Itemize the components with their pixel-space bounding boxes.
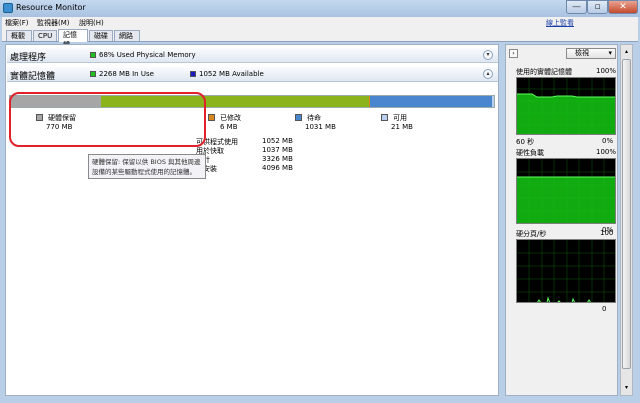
tab-overview[interactable]: 概觀: [6, 30, 32, 41]
title-bar: Resource Monitor — ▫ ✕: [0, 0, 640, 17]
memory-usage-graph-svg: [517, 78, 615, 134]
summary-total-value: 3326 MB: [262, 155, 293, 163]
processes-section-header[interactable]: 處理程序 68% Used Physical Memory ▾: [7, 48, 498, 63]
tooltip-line-2: 設備的某些驅動程式使用的記憶體。: [92, 168, 196, 176]
memory-usage-graph: [516, 77, 616, 135]
memory-used-badge: 68% Used Physical Memory: [99, 51, 196, 59]
standby-label: 待命: [307, 114, 321, 122]
in-use-summary: 2268 MB In Use: [99, 70, 154, 78]
memory-bar-standby: [369, 96, 492, 107]
expand-panel-icon[interactable]: ›: [509, 49, 518, 58]
menu-monitor[interactable]: 監視器(M): [37, 17, 70, 29]
physical-memory-section-header[interactable]: 實體記憶體 2268 MB In Use 1052 MB Available ▴: [7, 67, 498, 82]
available-summary: 1052 MB Available: [199, 70, 264, 78]
physical-memory-section-title: 實體記憶體: [10, 72, 56, 82]
modified-value: 6 MB: [220, 123, 238, 131]
tooltip-line-1: 硬體保留: 保留以供 BIOS 與其他周邊: [92, 158, 201, 166]
views-label: 檢視: [575, 49, 589, 57]
graph-panel-scrollbar[interactable]: ▴ ▾: [620, 44, 633, 396]
tab-memory[interactable]: 記憶體: [58, 29, 88, 49]
free-label: 可用: [393, 114, 407, 122]
commit-charge-graph: [516, 158, 616, 224]
close-button[interactable]: ✕: [608, 0, 638, 14]
standby-value: 1031 MB: [305, 123, 336, 131]
chevron-up-icon[interactable]: ▴: [483, 69, 493, 79]
maximize-button[interactable]: ▫: [587, 0, 608, 14]
available-indicator-icon: [190, 71, 196, 77]
graph1-max: 100%: [596, 67, 617, 75]
standby-swatch: [295, 114, 302, 121]
summary-available-value: 1052 MB: [262, 137, 293, 145]
summary-installed-value: 4096 MB: [262, 164, 293, 172]
dropdown-arrow-icon: ▾: [608, 49, 612, 57]
resource-monitor-icon: [3, 3, 13, 13]
free-swatch: [381, 114, 388, 121]
minimize-button[interactable]: —: [566, 0, 587, 14]
modified-label: 已修改: [220, 114, 241, 122]
tab-disk[interactable]: 磁碟: [89, 30, 113, 41]
scroll-up-icon[interactable]: ▴: [622, 47, 631, 56]
processes-section-title: 處理程序: [10, 53, 47, 63]
memory-used-indicator-icon: [90, 52, 96, 58]
graph-panel: › 檢視 ▾ 使用的實體記憶體 100% 60 秒 0% 硬性負載 100% 0…: [505, 44, 618, 396]
hard-faults-graph: [516, 239, 616, 303]
window-title: Resource Monitor: [16, 3, 86, 12]
hard-faults-graph-svg: [517, 240, 615, 302]
scroll-thumb[interactable]: [622, 59, 631, 369]
graph1-timespan: 60 秒: [516, 138, 535, 146]
tab-cpu[interactable]: CPU: [33, 30, 57, 41]
modified-swatch: [208, 114, 215, 121]
hardware-reserved-tooltip: 硬體保留: 保留以供 BIOS 與其他周邊 設備的某些驅動程式使用的記憶體。: [88, 154, 206, 179]
memory-tab-content: 處理程序 68% Used Physical Memory ▾ 實體記憶體 22…: [5, 44, 499, 396]
menu-help[interactable]: 說明(H): [79, 17, 104, 29]
summary-cached-value: 1037 MB: [262, 146, 293, 154]
chevron-down-icon[interactable]: ▾: [483, 50, 493, 60]
monitor-online-link[interactable]: 線上監看: [546, 18, 574, 28]
graph2-title: 硬性負載: [516, 149, 544, 157]
free-value: 21 MB: [391, 123, 413, 131]
scroll-down-icon[interactable]: ▾: [622, 383, 631, 392]
graph1-title: 使用的實體記憶體: [516, 68, 572, 76]
menu-bar: 檔案(F) 監視器(M) 說明(H) 線上監看: [2, 17, 638, 29]
in-use-indicator-icon: [90, 71, 96, 77]
graph3-min: 0: [602, 305, 607, 313]
graph3-title: 硬分頁/秒: [516, 230, 547, 238]
menu-file[interactable]: 檔案(F): [5, 17, 29, 29]
graph2-max: 100%: [596, 148, 617, 156]
commit-charge-graph-svg: [517, 159, 615, 223]
tab-bar: 概觀 CPU 記憶體 磁碟 網路: [2, 29, 638, 49]
graph3-max: 100: [600, 229, 614, 237]
graph1-min: 0%: [602, 137, 614, 145]
memory-summary: 可供程式使用 1052 MB 用於快取 1037 MB 總計 3326 MB 已…: [196, 137, 306, 177]
tab-network[interactable]: 網路: [114, 30, 140, 41]
views-dropdown[interactable]: 檢視 ▾: [566, 48, 616, 59]
memory-bar-free: [491, 96, 494, 107]
annotation-highlight-circle: [9, 92, 206, 147]
app-window: Resource Monitor — ▫ ✕ 檔案(F) 監視器(M) 說明(H…: [0, 0, 640, 403]
